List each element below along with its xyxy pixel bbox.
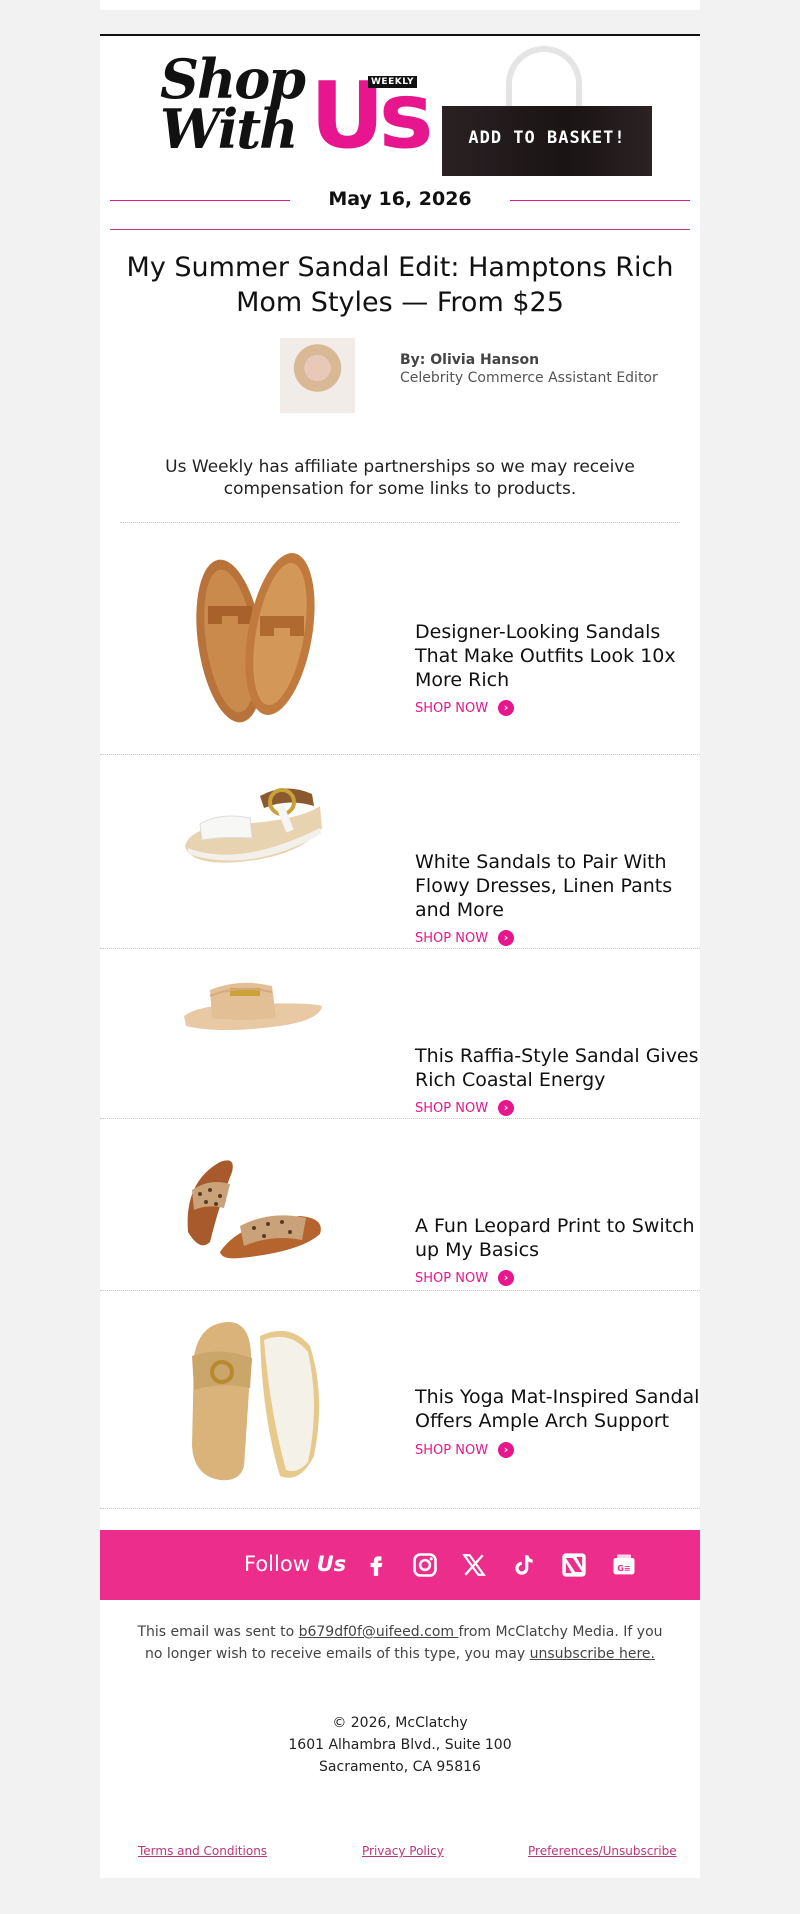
- chevron-right-icon: ›: [498, 700, 515, 716]
- divider: [100, 1118, 700, 1119]
- chevron-right-icon: ›: [498, 1100, 515, 1116]
- divider: [120, 522, 680, 523]
- tiktok-icon[interactable]: [508, 1549, 540, 1581]
- copyright: © 2026, McClatchy: [332, 1715, 468, 1731]
- instagram-icon[interactable]: [409, 1549, 441, 1581]
- shop-with-logo[interactable]: Shop With: [160, 52, 306, 156]
- terms-link[interactable]: Terms and Conditions: [138, 1844, 267, 1858]
- author-name: By: Olivia Hanson: [400, 352, 540, 368]
- date-row: May 16, 2026: [110, 186, 690, 216]
- divider: [100, 1290, 700, 1291]
- email-card: Shop With Us WEEKLY ADD TO BASKET! May 1…: [100, 34, 700, 1878]
- shop-now-label: SHOP NOW: [415, 700, 489, 716]
- add-to-basket-button[interactable]: ADD TO BASKET!: [442, 106, 652, 176]
- divider: [100, 948, 700, 949]
- author-title: Celebrity Commerce Assistant Editor: [400, 370, 658, 386]
- preferences-link[interactable]: Preferences/Unsubscribe: [528, 1844, 677, 1858]
- divider: [100, 754, 700, 755]
- sandal-image[interactable]: [180, 976, 325, 1036]
- chevron-right-icon: ›: [498, 1442, 515, 1458]
- svg-text:G≡: G≡: [617, 1563, 631, 1573]
- product-title[interactable]: White Sandals to Pair With Flowy Dresses…: [415, 850, 700, 922]
- sandal-image[interactable]: [180, 1142, 325, 1262]
- sandal-image[interactable]: [180, 776, 325, 871]
- sandal-image[interactable]: [180, 1316, 325, 1486]
- unsubscribe-link[interactable]: unsubscribe here.: [530, 1646, 655, 1662]
- product-title[interactable]: Designer-Looking Sandals That Make Outfi…: [415, 620, 700, 692]
- header: Shop With Us WEEKLY ADD TO BASKET!: [100, 36, 700, 181]
- article-headline[interactable]: My Summer Sandal Edit: Hamptons Rich Mom…: [120, 250, 680, 320]
- follow-label: Follow Us: [244, 1552, 346, 1576]
- product-title[interactable]: A Fun Leopard Print to Switch up My Basi…: [415, 1214, 700, 1262]
- follow-text: Follow: [244, 1552, 310, 1576]
- follow-brand: Us: [316, 1552, 347, 1576]
- footer-notice: This email was sent to b679df0f@uifeed.c…: [130, 1621, 670, 1665]
- shop-now-link[interactable]: SHOP NOW ›: [415, 930, 515, 946]
- issue-date: May 16, 2026: [328, 188, 472, 210]
- recipient-email-link[interactable]: b679df0f@uifeed.com: [299, 1624, 459, 1640]
- shop-now-label: SHOP NOW: [415, 930, 489, 946]
- shop-now-link[interactable]: SHOP NOW ›: [415, 700, 515, 716]
- privacy-link[interactable]: Privacy Policy: [362, 1844, 444, 1858]
- shop-now-link[interactable]: SHOP NOW ›: [415, 1442, 515, 1458]
- add-to-basket-label: ADD TO BASKET!: [468, 128, 626, 148]
- product-title[interactable]: This Yoga Mat-Inspired Sandal Offers Amp…: [415, 1385, 700, 1433]
- product-title[interactable]: This Raffia-Style Sandal Gives Rich Coas…: [415, 1044, 700, 1092]
- top-strip: [100, 0, 700, 10]
- shop-now-link[interactable]: SHOP NOW ›: [415, 1270, 515, 1286]
- company-address: © 2026, McClatchy 1601 Alhambra Blvd., S…: [100, 1712, 700, 1778]
- google-news-icon[interactable]: G≡: [608, 1549, 640, 1581]
- divider: [100, 1508, 700, 1509]
- sandal-image[interactable]: [180, 546, 320, 726]
- address-line-1: 1601 Alhambra Blvd., Suite 100: [288, 1737, 512, 1753]
- facebook-icon[interactable]: [360, 1549, 392, 1581]
- apple-news-icon[interactable]: [558, 1549, 590, 1581]
- chevron-right-icon: ›: [498, 1270, 515, 1286]
- shop-now-link[interactable]: SHOP NOW ›: [415, 1100, 515, 1116]
- x-icon[interactable]: [458, 1549, 490, 1581]
- shop-now-label: SHOP NOW: [415, 1100, 489, 1116]
- author-avatar: [280, 338, 355, 413]
- shop-now-label: SHOP NOW: [415, 1442, 489, 1458]
- chevron-right-icon: ›: [498, 930, 515, 946]
- follow-bar: Follow Us G≡: [100, 1530, 700, 1600]
- footer-sent-prefix: This email was sent to: [137, 1624, 299, 1640]
- shop-now-label: SHOP NOW: [415, 1270, 489, 1286]
- affiliate-disclaimer: Us Weekly has affiliate partnerships so …: [165, 457, 635, 499]
- address-line-2: Sacramento, CA 95816: [319, 1759, 481, 1775]
- weekly-tag: WEEKLY: [368, 76, 418, 88]
- header-divider: [110, 229, 690, 230]
